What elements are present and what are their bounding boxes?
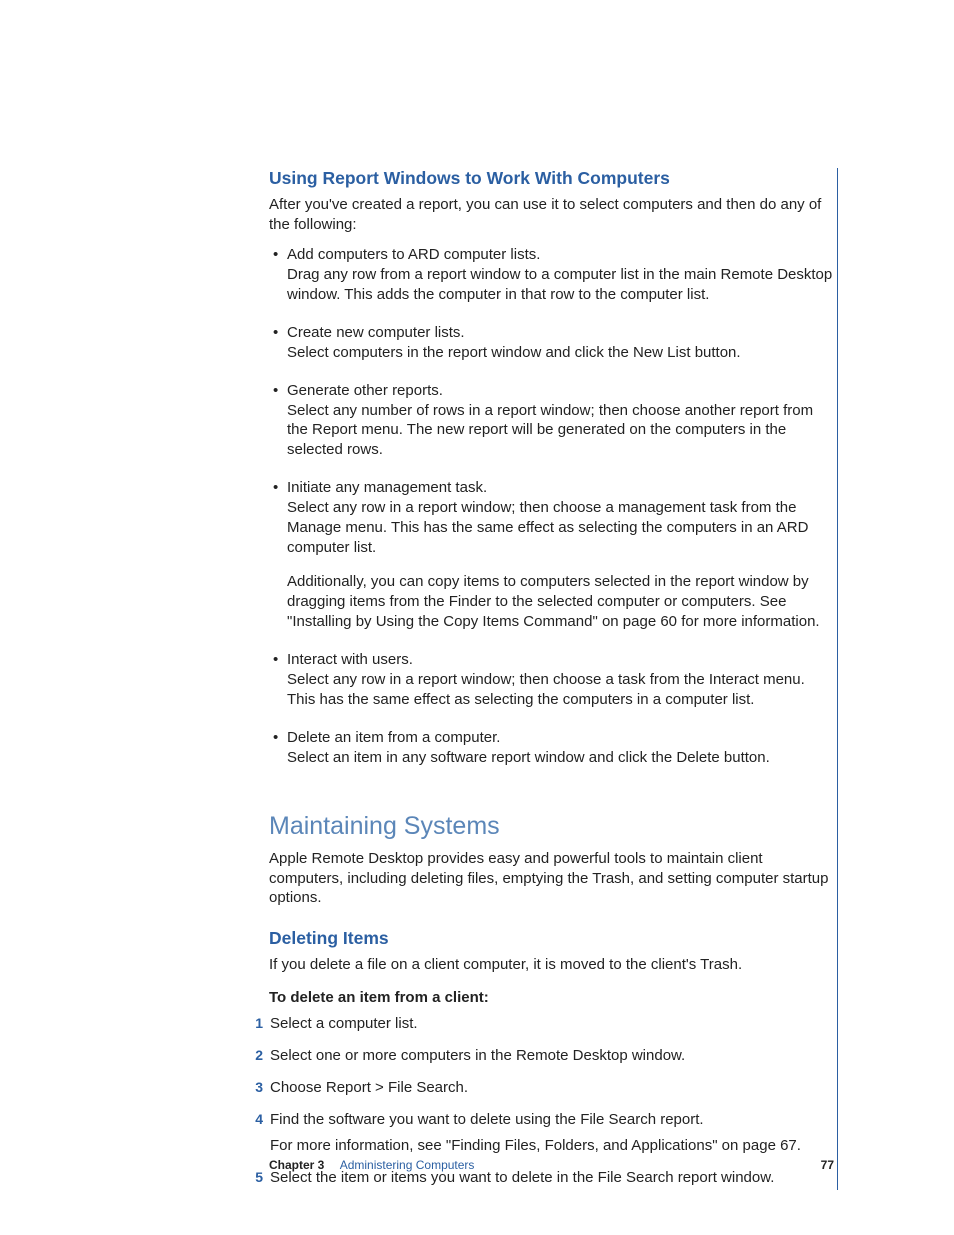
- intro-paragraph: If you delete a file on a client compute…: [269, 955, 834, 975]
- list-item: Delete an item from a computer. Select a…: [269, 728, 834, 768]
- step-text: Choose Report > File Search.: [270, 1079, 468, 1096]
- chapter-label: Chapter 3: [269, 1158, 324, 1172]
- list-item-body: Select an item in any software report wi…: [287, 748, 834, 768]
- step-text: Select a computer list.: [270, 1015, 418, 1032]
- list-item: Add computers to ARD computer lists. Dra…: [269, 245, 834, 305]
- list-item-body: Drag any row from a report window to a c…: [287, 265, 834, 305]
- step-number: 2: [249, 1046, 263, 1065]
- list-item-lead: Create new computer lists.: [287, 323, 834, 343]
- step-number: 5: [249, 1168, 263, 1187]
- section-maintaining-systems: Maintaining Systems Apple Remote Desktop…: [269, 812, 834, 1188]
- heading-using-report-windows: Using Report Windows to Work With Comput…: [269, 168, 834, 189]
- list-item-body: Select computers in the report window an…: [287, 343, 834, 363]
- margin-rule: [837, 168, 838, 1190]
- step-item: 2 Select one or more computers in the Rem…: [249, 1046, 834, 1066]
- step-text: Find the software you want to delete usi…: [270, 1111, 704, 1128]
- step-number: 4: [249, 1110, 263, 1129]
- list-item: Initiate any management task. Select any…: [269, 478, 834, 632]
- list-item-body: Select any number of rows in a report wi…: [287, 401, 834, 461]
- step-number: 3: [249, 1078, 263, 1097]
- page-content: Using Report Windows to Work With Comput…: [269, 168, 834, 1200]
- intro-paragraph: Apple Remote Desktop provides easy and p…: [269, 849, 834, 909]
- list-item: Interact with users. Select any row in a…: [269, 650, 834, 710]
- heading-maintaining-systems: Maintaining Systems: [269, 812, 834, 841]
- list-item-body: Select any row in a report window; then …: [287, 670, 834, 710]
- list-item: Create new computer lists. Select comput…: [269, 323, 834, 363]
- page-footer: Chapter 3 Administering Computers 77: [269, 1158, 834, 1172]
- list-item-lead: Delete an item from a computer.: [287, 728, 834, 748]
- list-item: Generate other reports. Select any numbe…: [269, 381, 834, 461]
- list-item-lead: Interact with users.: [287, 650, 834, 670]
- list-item-extra: Additionally, you can copy items to comp…: [287, 572, 834, 632]
- step-item: 4 Find the software you want to delete us…: [249, 1110, 834, 1156]
- page-number: 77: [821, 1158, 834, 1172]
- step-item: 1 Select a computer list.: [249, 1014, 834, 1034]
- step-text: Select one or more computers in the Remo…: [270, 1047, 685, 1064]
- step-number: 1: [249, 1014, 263, 1033]
- list-item-lead: Add computers to ARD computer lists.: [287, 245, 834, 265]
- chapter-title: Administering Computers: [340, 1158, 475, 1172]
- step-item: 3 Choose Report > File Search.: [249, 1078, 834, 1098]
- bullet-list: Add computers to ARD computer lists. Dra…: [269, 245, 834, 768]
- intro-paragraph: After you've created a report, you can u…: [269, 195, 834, 235]
- list-item-lead: Initiate any management task.: [287, 478, 834, 498]
- list-item-lead: Generate other reports.: [287, 381, 834, 401]
- list-item-body: Select any row in a report window; then …: [287, 498, 834, 558]
- heading-deleting-items: Deleting Items: [269, 928, 834, 949]
- procedure-title: To delete an item from a client:: [269, 989, 834, 1006]
- step-subtext: For more information, see "Finding Files…: [270, 1136, 834, 1156]
